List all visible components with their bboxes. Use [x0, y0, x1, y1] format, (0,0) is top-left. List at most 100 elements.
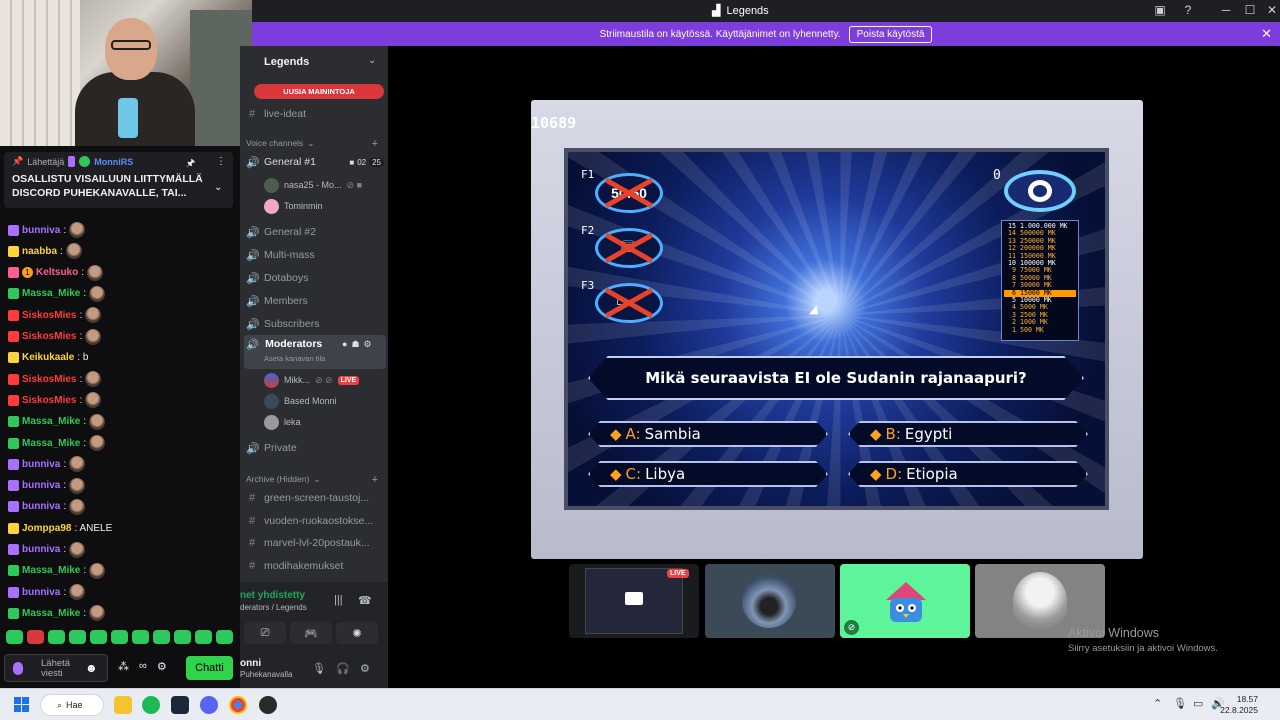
headphones-icon[interactable]: 🎧	[336, 662, 350, 675]
emote-shortcut-icon[interactable]	[6, 630, 23, 644]
emote-shortcut-icon[interactable]	[111, 630, 128, 644]
screen-share-button[interactable]: ⎚	[244, 622, 286, 644]
chat-username[interactable]: Massa_Mike	[22, 608, 80, 619]
participant-tile-3[interactable]: ⊘	[840, 564, 970, 638]
answer-d[interactable]: ◆ D: Etiopia	[848, 461, 1088, 487]
emote-shortcut-icon[interactable]	[69, 630, 86, 644]
emote-shortcut-icon[interactable]	[153, 630, 170, 644]
chat-input[interactable]: Lähetä viesti ☻	[4, 654, 108, 682]
activity-button[interactable]: 🎮	[290, 622, 332, 644]
chat-username[interactable]: Keltsuko	[36, 267, 78, 278]
disable-streamer-mode-button[interactable]: Poista käytöstä	[848, 25, 933, 43]
channel-modihakemukset[interactable]: # modihakemukset	[246, 556, 384, 576]
chat-username[interactable]: bunniva	[22, 501, 60, 512]
steam-icon[interactable]	[171, 696, 189, 714]
voice-channel-dotaboys[interactable]: 🔊 Dotaboys	[246, 268, 384, 288]
chat-username[interactable]: Massa_Mike	[22, 288, 80, 299]
participant-tile-2[interactable]	[705, 564, 835, 638]
chat-username[interactable]: Jomppa98	[22, 523, 71, 534]
voice-channel-moderators[interactable]: 🔊 Moderators Aseta kanavan tila ● ☗ ⚙	[244, 335, 386, 369]
chat-icon[interactable]: ●	[342, 339, 347, 350]
voice-user-tominmin[interactable]: Tominmin	[264, 197, 323, 215]
close-window-button[interactable]: ✕	[1264, 3, 1280, 17]
voice-channel-subscribers[interactable]: 🔊 Subscribers	[246, 314, 384, 334]
chat-username[interactable]: Massa_Mike	[22, 565, 80, 576]
voice-channel-general-1[interactable]: 🔊 General #1 ■ 02 25	[246, 152, 384, 172]
pinned-user[interactable]: MonniRS	[94, 157, 133, 167]
more-options-icon[interactable]: ⋮	[216, 156, 226, 167]
add-channel-icon[interactable]: +	[372, 474, 378, 486]
channel-points-icon[interactable]: ⁂	[118, 660, 129, 673]
chat-username[interactable]: SiskosMies	[22, 395, 76, 406]
discord-icon[interactable]	[200, 696, 218, 714]
chat-username[interactable]: SiskosMies	[22, 331, 76, 342]
channel-vuoden-ruokaostokset[interactable]: # vuoden-ruokaostokse...	[246, 511, 384, 531]
chat-settings-icon[interactable]: ⚙	[157, 660, 167, 673]
answer-b[interactable]: ◆ B: Egypti	[848, 421, 1088, 447]
username[interactable]: onni	[240, 658, 261, 669]
chat-username[interactable]: Massa_Mike	[22, 416, 80, 427]
chat-username[interactable]: Massa_Mike	[22, 438, 80, 449]
windows-start-icon[interactable]	[14, 697, 29, 712]
soundboard-button[interactable]: ✺	[336, 622, 378, 644]
participant-tile-stream[interactable]: LIVE	[569, 564, 699, 638]
voice-channel-multi-mass[interactable]: 🔊 Multi-mass	[246, 245, 384, 265]
emote-shortcut-icon[interactable]	[132, 630, 149, 644]
channel-live-ideat[interactable]: # live-ideat	[246, 104, 384, 124]
chat-send-button[interactable]: Chatti	[186, 656, 233, 680]
chat-username[interactable]: bunniva	[22, 480, 60, 491]
add-channel-icon[interactable]: +	[372, 138, 378, 150]
file-explorer-icon[interactable]	[114, 696, 132, 714]
network-icon[interactable]: ▭	[1193, 697, 1203, 710]
voice-user-nasa25[interactable]: nasa25 - Mo... ⊘ ■	[264, 176, 362, 194]
spotify-icon[interactable]	[142, 696, 160, 714]
emote-shortcut-icon[interactable]	[48, 630, 65, 644]
maximize-button[interactable]: ☐	[1242, 3, 1258, 17]
emote-shortcut-icon[interactable]	[90, 630, 107, 644]
category-voice-channels[interactable]: Voice channels ⌄ +	[246, 138, 378, 150]
emote-shortcut-icon[interactable]	[195, 630, 212, 644]
emote-shortcut-icon[interactable]	[174, 630, 191, 644]
chat-username[interactable]: bunniva	[22, 587, 60, 598]
chat-username[interactable]: SiskosMies	[22, 310, 76, 321]
answer-c[interactable]: ◆ C: Libya	[588, 461, 828, 487]
mic-icon[interactable]	[13, 662, 23, 675]
chat-username[interactable]: bunniva	[22, 225, 60, 236]
category-archive[interactable]: Archive (Hidden) ⌄ +	[246, 474, 378, 486]
channel-green-screen[interactable]: # green-screen-taustoj...	[246, 488, 384, 508]
voice-channel-members[interactable]: 🔊 Members	[246, 291, 384, 311]
voice-user-leka[interactable]: leka	[264, 413, 301, 431]
inbox-icon[interactable]: ▣	[1152, 3, 1168, 17]
voice-channel-path[interactable]: derators / Legends	[240, 603, 307, 612]
chat-username[interactable]: SiskosMies	[22, 374, 76, 385]
voice-channel-private[interactable]: 🔊 Private	[246, 438, 384, 458]
server-name[interactable]: Legends	[264, 56, 309, 68]
voice-user-based-monni[interactable]: Based Monni	[264, 392, 337, 410]
chat-username[interactable]: Keikukaale	[22, 352, 74, 363]
microphone-icon[interactable]: 🎙	[312, 662, 326, 675]
channel-marvel[interactable]: # marvel-lvl-20postauk...	[246, 533, 384, 553]
tray-overflow-icon[interactable]: ⌃	[1153, 697, 1162, 710]
disconnect-icon[interactable]: ☎	[358, 594, 372, 607]
chat-username[interactable]: bunniva	[22, 459, 60, 470]
expand-chevron-icon[interactable]: ⌄	[214, 182, 222, 193]
minimize-button[interactable]: ─	[1218, 3, 1234, 17]
add-member-icon[interactable]: ☗	[351, 339, 359, 350]
banner-close-icon[interactable]: ✕	[1261, 26, 1272, 42]
obs-icon[interactable]	[259, 696, 277, 714]
taskbar-search[interactable]: ⌕ Hae	[40, 694, 104, 716]
chat-username[interactable]: naabba	[22, 246, 57, 257]
chrome-icon[interactable]	[229, 696, 247, 714]
noise-suppression-icon[interactable]: |||	[334, 594, 343, 606]
voice-user-mikk[interactable]: Mikk... ⊘ ⊘ LIVE	[264, 371, 360, 389]
channel-status[interactable]: Aseta kanavan tila	[264, 354, 325, 363]
help-icon[interactable]: ?	[1180, 3, 1196, 17]
answer-a[interactable]: ◆ A: Sambia	[588, 421, 828, 447]
new-mentions-badge[interactable]: UUSIA MAININTOJA	[254, 84, 384, 99]
voice-channel-general-2[interactable]: 🔊 General #2	[246, 222, 384, 242]
chat-username[interactable]: bunniva	[22, 544, 60, 555]
tray-mic-icon[interactable]: 🎙	[1173, 697, 1187, 710]
unpin-icon[interactable]: 🖈	[186, 156, 195, 173]
gear-icon[interactable]: ⚙	[364, 339, 372, 350]
server-menu-chevron-icon[interactable]: ⌄	[368, 55, 376, 66]
